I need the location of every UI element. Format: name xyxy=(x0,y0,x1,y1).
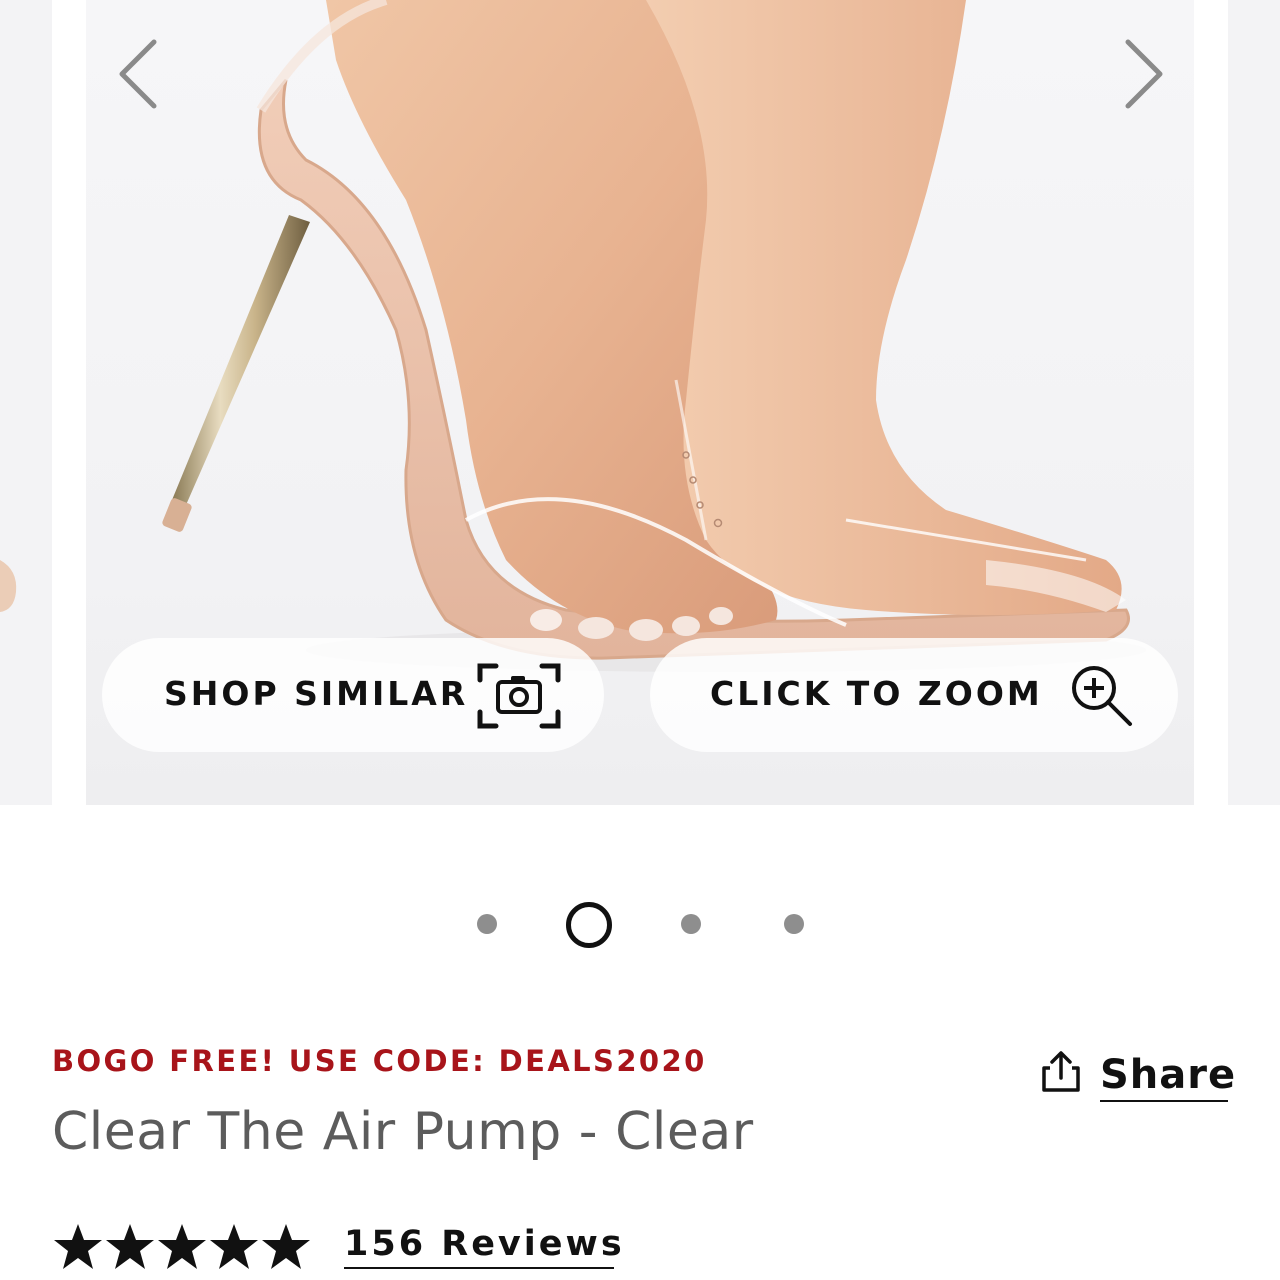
share-icon xyxy=(1042,1051,1080,1092)
shop-similar-label: SHOP SIMILAR xyxy=(164,674,469,713)
share-button[interactable]: Share xyxy=(1040,1048,1235,1104)
click-to-zoom-button[interactable]: CLICK TO ZOOM xyxy=(650,638,1178,752)
pagination-dot[interactable] xyxy=(681,914,701,934)
shop-similar-button[interactable]: SHOP SIMILAR xyxy=(102,638,604,752)
chevron-left-icon[interactable] xyxy=(116,38,160,110)
next-slide-peek[interactable] xyxy=(1228,0,1280,805)
star-icon xyxy=(106,1224,154,1269)
click-to-zoom-label: CLICK TO ZOOM xyxy=(710,674,1043,713)
reviews-link[interactable]: 156 Reviews xyxy=(344,1224,625,1264)
star-icon xyxy=(158,1224,206,1269)
star-icon xyxy=(54,1224,102,1269)
pagination-dot-active[interactable] xyxy=(566,902,612,948)
previous-shoe-toe-image xyxy=(0,560,17,612)
reviews-underline xyxy=(344,1267,614,1269)
star-icon xyxy=(210,1224,258,1269)
rating-stars[interactable] xyxy=(52,1222,312,1272)
star-icon xyxy=(262,1224,310,1269)
promo-banner: BOGO FREE! USE CODE: DEALS2020 xyxy=(52,1044,707,1078)
product-title: Clear The Air Pump - Clear xyxy=(52,1102,754,1162)
pagination-dot[interactable] xyxy=(477,914,497,934)
zoom-in-icon xyxy=(1072,666,1132,726)
chevron-right-icon[interactable] xyxy=(1122,38,1166,110)
pagination-dot[interactable] xyxy=(784,914,804,934)
previous-slide-peek[interactable] xyxy=(0,0,52,805)
share-label: Share xyxy=(1100,1052,1237,1098)
product-image-gallery[interactable]: SHOP SIMILAR CLICK TO ZOOM xyxy=(0,0,1280,805)
share-underline xyxy=(1100,1100,1228,1102)
camera-scan-icon xyxy=(477,663,561,729)
